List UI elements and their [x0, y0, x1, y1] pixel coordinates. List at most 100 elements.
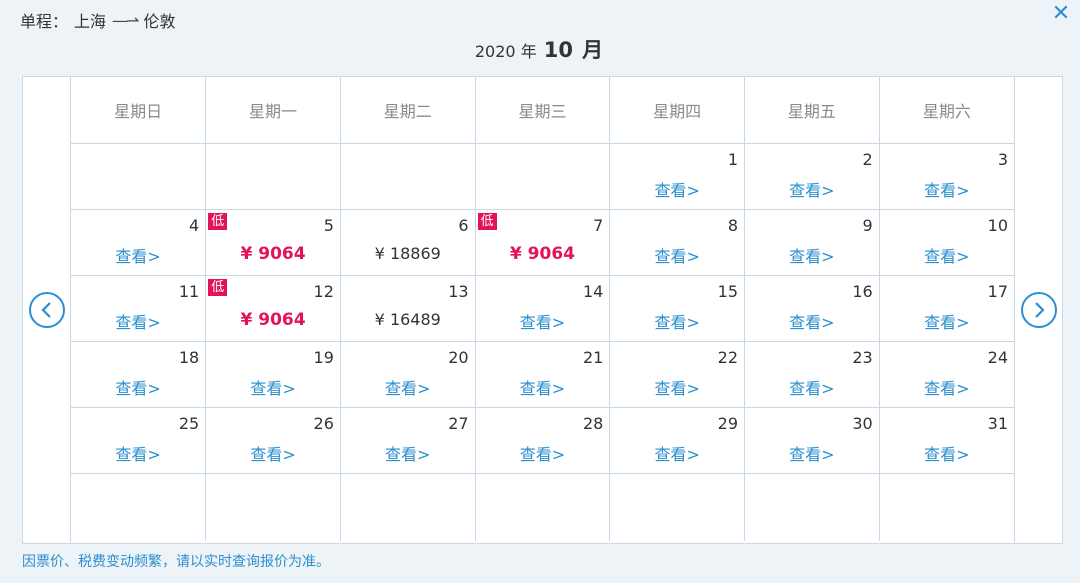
next-month-button[interactable] — [1014, 77, 1062, 543]
day-number: 20 — [448, 347, 469, 367]
day-cell[interactable]: 1 查看> — [609, 142, 746, 210]
fare-price[interactable]: ¥ 16489 — [341, 310, 475, 329]
day-number: 23 — [852, 347, 873, 367]
day-cell[interactable]: 15 查看> — [609, 274, 746, 342]
day-cell[interactable]: 19 查看> — [205, 340, 341, 408]
view-fare-link[interactable]: 查看> — [341, 441, 475, 465]
day-cell[interactable]: 16 查看> — [744, 274, 880, 342]
view-fare-link[interactable]: 查看> — [206, 441, 340, 465]
day-number: 7 — [593, 215, 604, 235]
fare-price[interactable]: ¥ 18869 — [341, 244, 475, 263]
day-cell[interactable]: 17 查看> — [878, 274, 1014, 342]
empty-day-cell — [474, 142, 611, 210]
day-cell[interactable]: 低 7 ¥ 9064 — [474, 208, 611, 276]
day-cell[interactable]: 30 查看> — [744, 406, 880, 474]
day-number: 11 — [178, 281, 200, 301]
view-fare-link[interactable]: 查看> — [610, 441, 744, 465]
day-cell[interactable]: 25 查看> — [71, 406, 207, 474]
day-cell[interactable]: 9 查看> — [744, 208, 880, 276]
day-cell[interactable]: 18 查看> — [71, 340, 207, 408]
lowest-price-badge: 低 — [208, 278, 228, 296]
day-number: 31 — [987, 413, 1008, 433]
day-number: 26 — [313, 413, 334, 433]
day-number: 5 — [323, 215, 334, 235]
calendar-body: 1 查看> 2 查看> 3 查看> 4 查看> 低 5 ¥ 9064 6 ¥ 18869 低 7 ¥ 9064… — [71, 142, 1014, 541]
day-cell[interactable]: 21 查看> — [474, 340, 611, 408]
view-fare-link[interactable]: 查看> — [745, 441, 879, 465]
day-number: 19 — [313, 347, 334, 367]
view-fare-link[interactable]: 查看> — [206, 375, 340, 399]
view-fare-link[interactable]: 查看> — [745, 243, 879, 267]
view-fare-link[interactable]: 查看> — [71, 441, 205, 465]
day-cell[interactable]: 23 查看> — [744, 340, 880, 408]
day-cell[interactable]: 11 查看> — [71, 274, 207, 342]
view-fare-link[interactable]: 查看> — [745, 177, 879, 201]
empty-day-cell — [609, 472, 746, 541]
view-fare-link[interactable]: 查看> — [745, 309, 879, 333]
weekday-header-row: 星期日 星期一 星期二 星期三 星期四 星期五 星期六 — [71, 77, 1014, 144]
view-fare-link[interactable]: 查看> — [610, 243, 744, 267]
day-cell[interactable]: 2 查看> — [744, 142, 880, 210]
day-cell[interactable]: 31 查看> — [878, 406, 1014, 474]
day-cell[interactable]: 10 查看> — [878, 208, 1014, 276]
day-cell[interactable]: 4 查看> — [71, 208, 207, 276]
day-cell[interactable]: 低 12 ¥ 9064 — [205, 274, 341, 342]
day-cell[interactable]: 13 ¥ 16489 — [339, 274, 476, 342]
day-cell[interactable]: 27 查看> — [339, 406, 476, 474]
view-fare-link[interactable]: 查看> — [476, 309, 610, 333]
calendar-week-row: 18 查看> 19 查看> 20 查看> 21 查看> 22 查看> 23 查看> 24 查看> — [71, 340, 1014, 408]
day-number: 17 — [987, 281, 1008, 301]
view-fare-link[interactable]: 查看> — [880, 243, 1014, 267]
day-cell[interactable]: 28 查看> — [474, 406, 611, 474]
month-unit: 月 — [582, 38, 604, 62]
fare-price[interactable]: ¥ 9064 — [476, 244, 610, 264]
month-value: 10 — [543, 38, 574, 62]
day-cell[interactable]: 24 查看> — [878, 340, 1014, 408]
day-number: 18 — [178, 347, 200, 367]
weekday-header: 星期一 — [205, 77, 341, 144]
empty-day-cell — [744, 472, 880, 541]
lowest-price-badge: 低 — [208, 212, 228, 230]
view-fare-link[interactable]: 查看> — [880, 177, 1014, 201]
day-cell[interactable]: 29 查看> — [609, 406, 746, 474]
day-cell[interactable]: 22 查看> — [609, 340, 746, 408]
chevron-left-icon — [28, 292, 65, 328]
view-fare-link[interactable]: 查看> — [610, 309, 744, 333]
day-cell[interactable]: 14 查看> — [474, 274, 611, 342]
year-unit: 年 — [520, 42, 537, 61]
fare-price[interactable]: ¥ 9064 — [206, 244, 340, 264]
day-number: 15 — [717, 281, 739, 301]
day-number: 12 — [313, 281, 334, 301]
day-cell[interactable]: 低 5 ¥ 9064 — [205, 208, 341, 276]
prev-month-button[interactable] — [23, 77, 71, 543]
view-fare-link[interactable]: 查看> — [610, 177, 744, 201]
view-fare-link[interactable]: 查看> — [71, 375, 205, 399]
view-fare-link[interactable]: 查看> — [880, 309, 1014, 333]
day-number: 3 — [997, 149, 1008, 169]
view-fare-link[interactable]: 查看> — [880, 375, 1014, 399]
chevron-right-icon — [1020, 292, 1057, 328]
empty-day-cell — [205, 472, 341, 541]
empty-day-cell — [339, 472, 476, 541]
view-fare-link[interactable]: 查看> — [476, 375, 610, 399]
view-fare-link[interactable]: 查看> — [341, 375, 475, 399]
price-disclaimer: 因票价、税费变动频繁，请以实时查询报价为准。 — [22, 554, 330, 570]
day-cell[interactable]: 8 查看> — [609, 208, 746, 276]
empty-day-cell — [71, 142, 207, 210]
fare-price[interactable]: ¥ 9064 — [206, 310, 340, 330]
view-fare-link[interactable]: 查看> — [880, 441, 1014, 465]
empty-day-cell — [205, 142, 341, 210]
view-fare-link[interactable]: 查看> — [71, 309, 205, 333]
day-cell[interactable]: 20 查看> — [339, 340, 476, 408]
close-icon[interactable]: ✕ — [1050, 3, 1072, 25]
view-fare-link[interactable]: 查看> — [610, 375, 744, 399]
route-arrow-icon: —⇀ — [112, 10, 139, 30]
day-cell[interactable]: 26 查看> — [205, 406, 341, 474]
day-cell[interactable]: 3 查看> — [878, 142, 1014, 210]
day-number: 24 — [987, 347, 1008, 367]
view-fare-link[interactable]: 查看> — [745, 375, 879, 399]
view-fare-link[interactable]: 查看> — [71, 243, 205, 267]
empty-day-cell — [339, 142, 476, 210]
day-cell[interactable]: 6 ¥ 18869 — [339, 208, 476, 276]
view-fare-link[interactable]: 查看> — [476, 441, 610, 465]
